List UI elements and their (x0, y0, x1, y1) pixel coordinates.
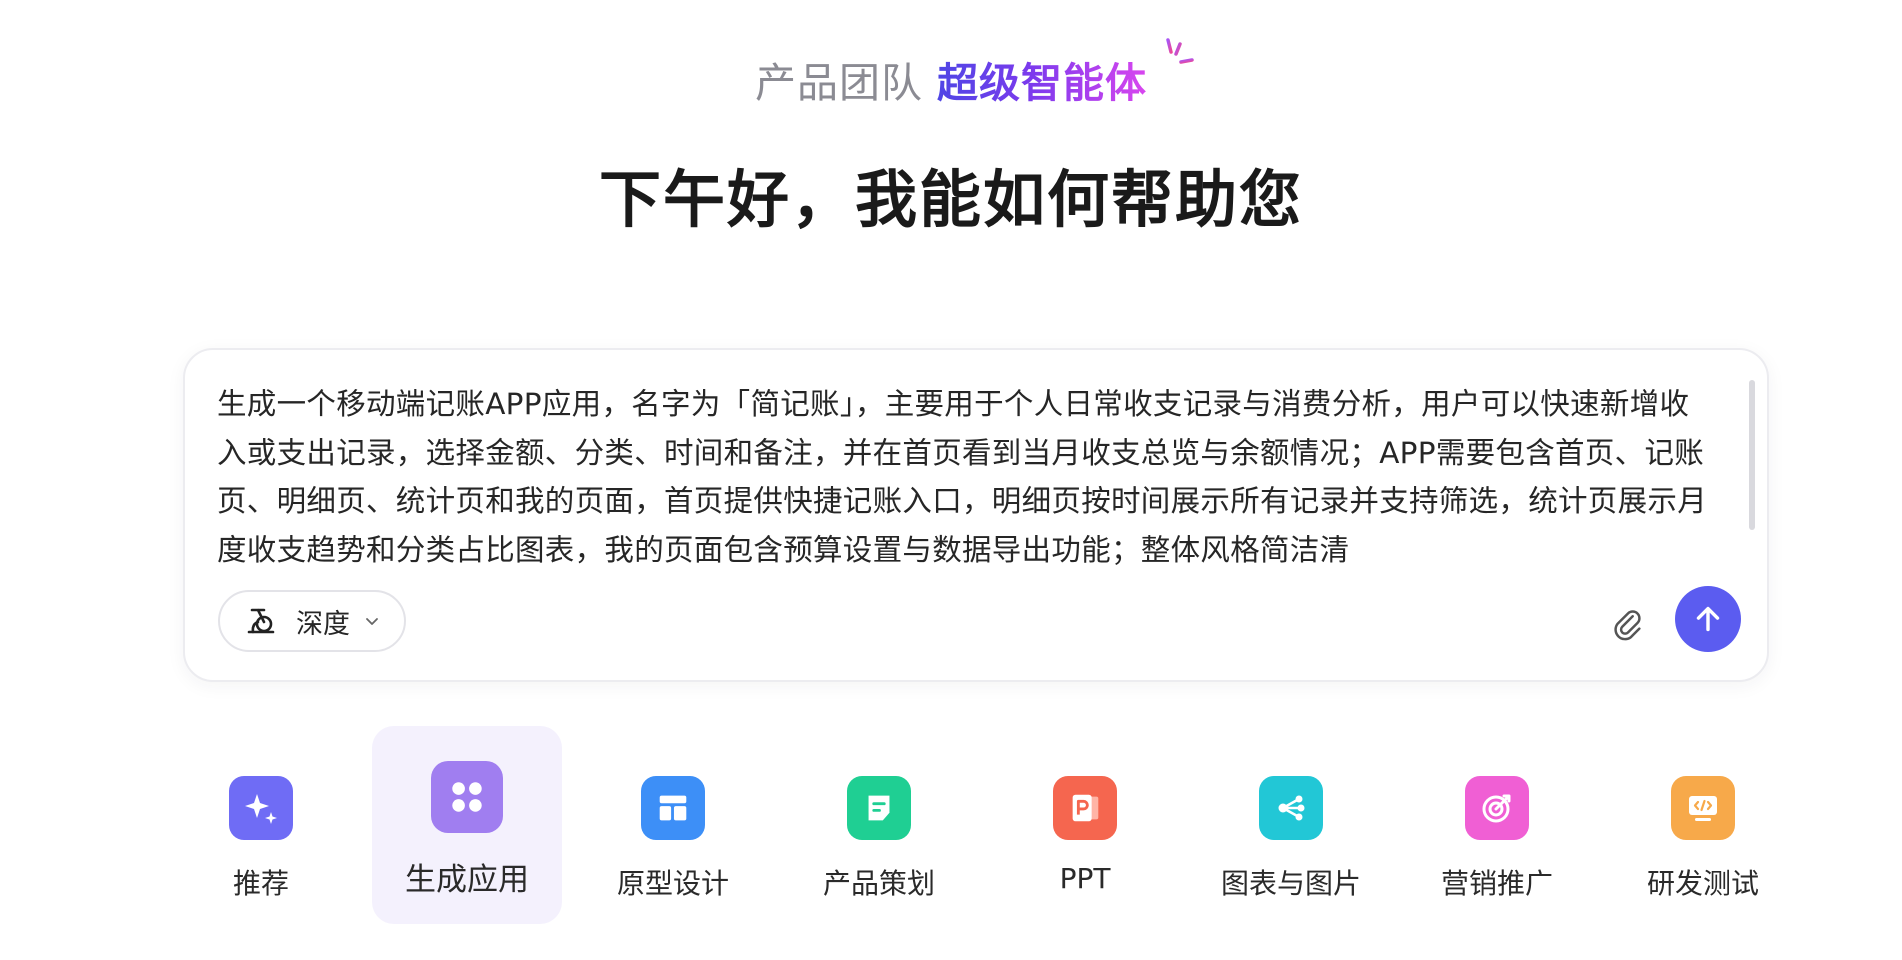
category-dev-test[interactable]: 研发测试 (1608, 726, 1798, 924)
sparkle-icon (1166, 38, 1194, 64)
chevron-down-icon (364, 613, 380, 629)
brand-title: 产品团队 超级智能体 (0, 58, 1902, 108)
brand-agent-label: 超级智能体 (937, 59, 1147, 107)
sparkle-icon (245, 794, 277, 824)
category-label: 原型设计 (616, 867, 729, 900)
category-charts-images[interactable]: 图表与图片 (1196, 726, 1386, 924)
attach-button[interactable] (1605, 600, 1649, 644)
brand-team-label: 产品团队 (755, 59, 923, 107)
category-label: 营销推广 (1440, 867, 1553, 900)
category-product-planning[interactable]: 产品策划 (784, 726, 974, 924)
category-icon-tile (1671, 776, 1735, 840)
category-icon-tile (1259, 776, 1323, 840)
category-generate-app[interactable]: 生成应用 (372, 726, 562, 924)
category-prototype[interactable]: 原型设计 (578, 726, 768, 924)
category-label: 研发测试 (1646, 867, 1759, 900)
layout-icon (659, 795, 687, 821)
arrow-up-icon (1696, 606, 1720, 632)
target-icon (1482, 794, 1511, 823)
deep-think-icon (244, 604, 278, 638)
category-icon-tile (641, 776, 705, 840)
send-button[interactable] (1675, 586, 1741, 652)
prompt-input[interactable]: 生成一个移动端记账APP应用，名字为「简记账」，主要用于个人日常收支记录与消费分… (217, 380, 1717, 566)
category-icon-tile (431, 761, 503, 833)
category-icon-tile (1053, 776, 1117, 840)
category-label: 图表与图片 (1220, 867, 1361, 900)
code-monitor-icon (1689, 796, 1717, 821)
mode-selector[interactable]: 深度 (218, 590, 406, 652)
category-icon-tile (1465, 776, 1529, 840)
prompt-composer: 生成一个移动端记账APP应用，名字为「简记账」，主要用于个人日常收支记录与消费分… (183, 348, 1769, 682)
category-label: 推荐 (232, 867, 289, 900)
mode-label: 深度 (296, 608, 350, 640)
ppt-icon (1072, 794, 1099, 822)
category-label: PPT (1059, 862, 1111, 895)
prompt-scrollbar[interactable] (1749, 380, 1755, 530)
category-marketing[interactable]: 营销推广 (1402, 726, 1592, 924)
category-label: 生成应用 (405, 862, 529, 898)
category-icon-tile (229, 776, 293, 840)
category-ppt[interactable]: PPT (990, 726, 1180, 924)
category-label: 产品策划 (822, 867, 935, 900)
category-recommend[interactable]: 推荐 (166, 726, 356, 924)
paperclip-icon (1614, 610, 1641, 641)
greeting-heading: 下午好，我能如何帮助您 (598, 163, 1303, 236)
document-icon (868, 795, 890, 821)
grid-apps-icon (452, 782, 482, 812)
category-icon-tile (847, 776, 911, 840)
share-nodes-icon (1278, 795, 1305, 821)
